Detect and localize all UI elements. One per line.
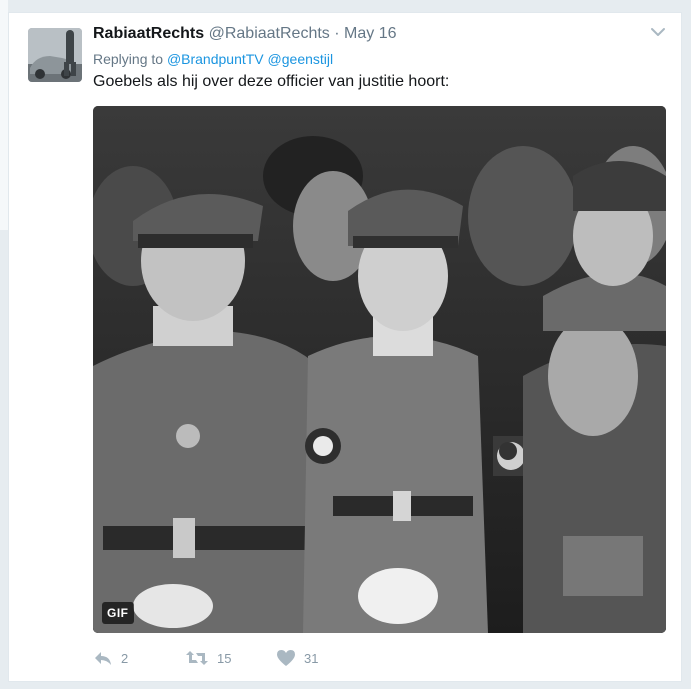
heart-icon bbox=[277, 650, 295, 666]
reply-count: 2 bbox=[121, 650, 129, 666]
reply-button[interactable]: 2 bbox=[93, 647, 128, 669]
tweet-header: RabiaatRechts @RabiaatRechts · May 16 bbox=[93, 24, 397, 44]
tweet-actions: 2 15 31 bbox=[93, 647, 393, 669]
gif-media[interactable]: GIF bbox=[93, 106, 666, 633]
tweet-text: Goebels als hij over deze officier van j… bbox=[93, 73, 450, 90]
display-name[interactable]: RabiaatRechts bbox=[93, 25, 204, 42]
timeline-edge bbox=[0, 0, 8, 230]
replying-to-label: Replying to bbox=[93, 51, 164, 67]
retweet-icon bbox=[186, 651, 208, 665]
separator-dot: · bbox=[334, 25, 340, 42]
gif-badge: GIF bbox=[102, 602, 134, 624]
tweet-date[interactable]: May 16 bbox=[344, 25, 396, 42]
tweet-card[interactable]: RabiaatRechts @RabiaatRechts · May 16 Re… bbox=[8, 12, 682, 682]
like-count: 31 bbox=[304, 650, 319, 666]
timeline-background: RabiaatRechts @RabiaatRechts · May 16 Re… bbox=[0, 0, 691, 689]
reply-icon bbox=[95, 652, 111, 665]
avatar[interactable] bbox=[28, 28, 82, 82]
retweet-count: 15 bbox=[217, 650, 232, 666]
retweet-button[interactable]: 15 bbox=[185, 647, 231, 669]
chevron-down-icon[interactable] bbox=[649, 23, 667, 41]
mention-link[interactable]: @geenstijl bbox=[268, 51, 334, 67]
like-button[interactable]: 31 bbox=[276, 647, 318, 669]
mention-link[interactable]: @BrandpuntTV bbox=[167, 51, 264, 67]
replying-to-line: Replying to @BrandpuntTV @geenstijl bbox=[93, 51, 333, 67]
user-handle[interactable]: @RabiaatRechts bbox=[209, 25, 330, 42]
